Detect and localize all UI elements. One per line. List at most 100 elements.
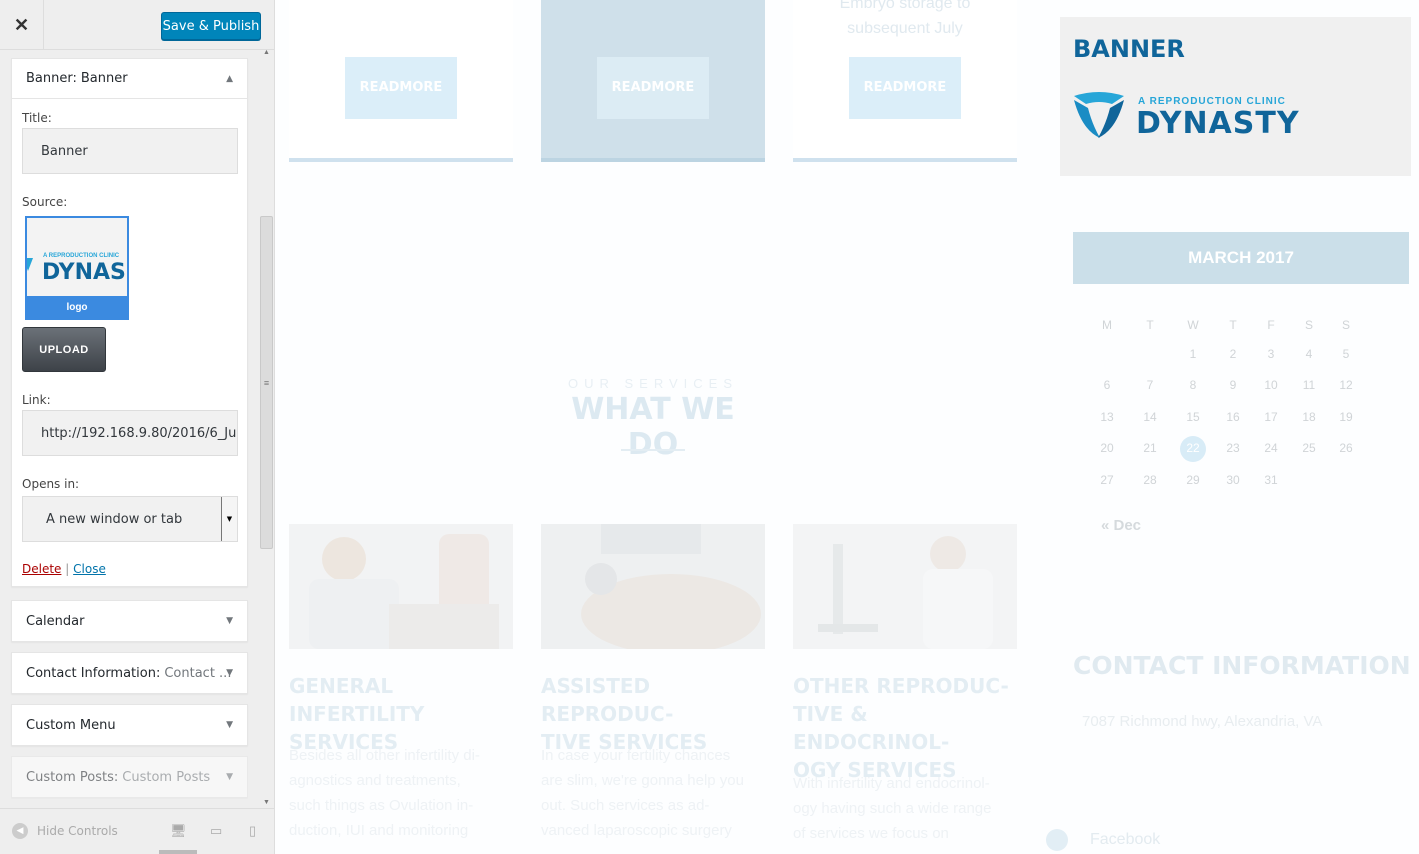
dropdown-arrow-icon[interactable]: ▼ bbox=[221, 497, 237, 541]
thumbnail-wordmark: DYNAS bbox=[42, 260, 126, 285]
calendar-day[interactable]: 23 bbox=[1218, 441, 1248, 455]
service-title-line: ASSISTED REPRODUC- bbox=[541, 674, 674, 726]
service-body-line: of services we focus on bbox=[793, 825, 949, 842]
service-body-line: ogy having such a wide range bbox=[793, 800, 992, 817]
calendar-day[interactable]: 13 bbox=[1092, 410, 1122, 424]
mobile-preview-icon[interactable]: ▯ bbox=[249, 823, 256, 839]
link-input[interactable]: http://192.168.9.80/2016/6_Jur bbox=[22, 410, 238, 456]
site-preview: READ MORE READ MORE Embryo storage to subs… bbox=[275, 0, 1419, 854]
calendar-day[interactable]: 28 bbox=[1135, 473, 1165, 487]
calendar-day[interactable]: 3 bbox=[1256, 347, 1286, 361]
calendar-day[interactable]: 15 bbox=[1178, 410, 1208, 424]
delete-link[interactable]: Delete bbox=[22, 562, 61, 576]
calendar-day[interactable]: 16 bbox=[1218, 410, 1248, 424]
calendar-day[interactable]: 31 bbox=[1256, 473, 1286, 487]
service-title-line: OTHER REPRODUC- bbox=[793, 674, 1009, 698]
link-label: Link: bbox=[22, 393, 51, 407]
sidebar-scrollbar[interactable]: ▲ ≡ ▼ bbox=[259, 46, 274, 808]
scrollbar-thumb[interactable]: ≡ bbox=[260, 216, 273, 549]
service-card: Embryo storage to subsequent July READ MO… bbox=[793, 0, 1017, 162]
contact-address: 7087 Richmond hwy, Alexandria, VA bbox=[1082, 713, 1323, 730]
calendar-weekday: M bbox=[1102, 318, 1112, 332]
title-label: Title: bbox=[22, 111, 52, 125]
read-more-button[interactable]: READ MORE bbox=[849, 57, 961, 119]
calendar-day[interactable]: 29 bbox=[1178, 473, 1208, 487]
calendar-day[interactable]: 18 bbox=[1294, 410, 1324, 424]
service-card: READ MORE bbox=[541, 0, 765, 162]
read-more-button[interactable]: READ MORE bbox=[597, 57, 709, 119]
banner-heading: BANNER bbox=[1073, 35, 1185, 63]
calendar-day[interactable]: 26 bbox=[1331, 441, 1361, 455]
service-body-line: duction, IUI and monitoring bbox=[289, 822, 469, 839]
service-title: OTHER REPRODUC- TIVE & ENDOCRINOL- OGY S… bbox=[793, 672, 1017, 784]
tablet-preview-icon[interactable]: ▭ bbox=[210, 823, 222, 839]
calendar-day[interactable]: 9 bbox=[1218, 378, 1248, 392]
widget-custom-menu-header[interactable]: Custom Menu ▼ bbox=[12, 705, 247, 745]
service-body-line: vanced laparoscopic surgery bbox=[541, 822, 732, 839]
calendar-day[interactable]: 12 bbox=[1331, 378, 1361, 392]
expand-arrow-icon[interactable]: ▼ bbox=[226, 653, 233, 693]
service-body-line: In case your fertility chances bbox=[541, 747, 731, 764]
expand-arrow-icon[interactable]: ▼ bbox=[226, 757, 233, 797]
calendar-day[interactable]: 6 bbox=[1092, 378, 1122, 392]
calendar-weekday: S bbox=[1341, 318, 1350, 332]
facebook-link[interactable]: Facebook bbox=[1046, 829, 1160, 851]
calendar-day[interactable]: 20 bbox=[1092, 441, 1122, 455]
collapse-arrow-icon[interactable]: ▲ bbox=[226, 59, 233, 98]
calendar-day[interactable]: 30 bbox=[1218, 473, 1248, 487]
calendar-day[interactable]: 5 bbox=[1331, 347, 1361, 361]
calendar-day[interactable]: 14 bbox=[1135, 410, 1165, 424]
service-body-line: out. Such services as ad- bbox=[541, 797, 710, 814]
photo-illustration bbox=[541, 524, 765, 649]
calendar-weekday: S bbox=[1304, 318, 1313, 332]
calendar-prev-link[interactable]: « Dec bbox=[1101, 517, 1141, 534]
actions-separator: | bbox=[65, 562, 70, 576]
calendar-day[interactable]: 10 bbox=[1256, 378, 1286, 392]
source-image-thumbnail[interactable]: A REPRODUCTION CLINIC DYNAS logo bbox=[25, 216, 129, 320]
save-publish-button[interactable]: Save & Publish bbox=[161, 12, 261, 40]
title-input[interactable]: Banner bbox=[22, 128, 238, 174]
calendar-day[interactable]: 11 bbox=[1294, 378, 1324, 392]
expand-arrow-icon[interactable]: ▼ bbox=[226, 705, 233, 745]
widget-custom-posts-header[interactable]: Custom Posts: Custom Posts ▼ bbox=[12, 757, 247, 797]
opens-in-select[interactable]: A new window or tab ▼ bbox=[22, 496, 238, 542]
widget-contact-information[interactable]: Contact Information: Contact ... ▼ bbox=[11, 652, 248, 694]
calendar-weekday: F bbox=[1267, 318, 1275, 332]
banner-widget[interactable]: BANNER A REPRODUCTION CLINIC DYNASTY bbox=[1060, 17, 1411, 176]
widget-contact-header[interactable]: Contact Information: Contact ... ▼ bbox=[12, 653, 247, 693]
service-body-line: such things as Ovulation in- bbox=[289, 797, 474, 814]
card-text-line: subsequent July bbox=[847, 20, 963, 37]
facebook-icon bbox=[1046, 829, 1068, 851]
calendar-day[interactable]: 22 bbox=[1178, 441, 1208, 455]
upload-button[interactable]: UPLOAD bbox=[22, 327, 106, 372]
widget-calendar[interactable]: Calendar ▼ bbox=[11, 600, 248, 642]
widget-custom-posts[interactable]: Custom Posts: Custom Posts ▼ bbox=[11, 756, 248, 798]
close-link[interactable]: Close bbox=[73, 562, 106, 576]
scroll-up-arrow-icon[interactable]: ▲ bbox=[259, 46, 274, 58]
desktop-preview-icon[interactable]: 🖥 bbox=[170, 823, 187, 839]
calendar-day[interactable]: 27 bbox=[1092, 473, 1122, 487]
calendar-day[interactable]: 17 bbox=[1256, 410, 1286, 424]
read-more-button[interactable]: READ MORE bbox=[345, 57, 457, 119]
calendar-day[interactable]: 2 bbox=[1218, 347, 1248, 361]
calendar-day[interactable]: 25 bbox=[1294, 441, 1324, 455]
widget-calendar-header[interactable]: Calendar ▼ bbox=[12, 601, 247, 641]
service-photo bbox=[289, 524, 513, 649]
calendar-day[interactable]: 1 bbox=[1178, 347, 1208, 361]
calendar-day[interactable]: 21 bbox=[1135, 441, 1165, 455]
service-photo bbox=[541, 524, 765, 649]
scroll-down-arrow-icon[interactable]: ▼ bbox=[259, 796, 274, 808]
widget-subtitle: Contact ... bbox=[164, 665, 232, 681]
hide-controls-button[interactable]: ◀ Hide Controls bbox=[12, 823, 118, 839]
widget-banner-header[interactable]: Banner: Banner ▲ bbox=[12, 59, 247, 99]
calendar-day[interactable]: 24 bbox=[1256, 441, 1286, 455]
close-icon[interactable]: ✕ bbox=[0, 0, 44, 50]
widget-subtitle: Banner bbox=[80, 71, 128, 86]
expand-arrow-icon[interactable]: ▼ bbox=[226, 601, 233, 641]
calendar-day[interactable]: 4 bbox=[1294, 347, 1324, 361]
calendar-day[interactable]: 19 bbox=[1331, 410, 1361, 424]
service-photo bbox=[793, 524, 1017, 649]
calendar-day[interactable]: 8 bbox=[1178, 378, 1208, 392]
widget-custom-menu[interactable]: Custom Menu ▼ bbox=[11, 704, 248, 746]
calendar-day[interactable]: 7 bbox=[1135, 378, 1165, 392]
